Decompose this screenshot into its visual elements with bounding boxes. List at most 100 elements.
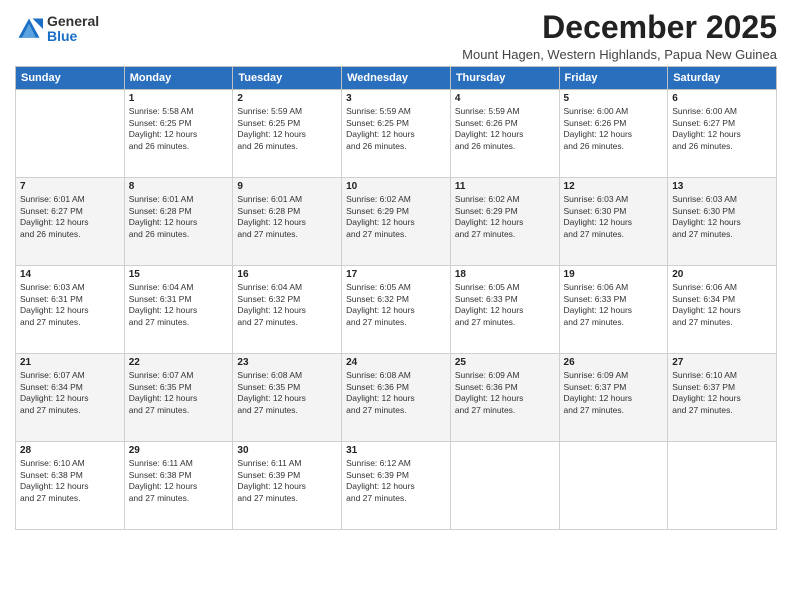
cell-4-5 xyxy=(559,442,668,530)
cell-date-number: 23 xyxy=(237,357,337,368)
cell-info-text: Sunrise: 6:11 AMSunset: 6:39 PMDaylight:… xyxy=(237,458,337,504)
logo-text: General Blue xyxy=(47,14,99,45)
week-row-3: 14Sunrise: 6:03 AMSunset: 6:31 PMDayligh… xyxy=(16,266,777,354)
page: General Blue December 2025 Mount Hagen, … xyxy=(0,0,792,612)
col-wednesday: Wednesday xyxy=(342,67,451,90)
cell-date-number: 27 xyxy=(672,357,772,368)
cell-2-0: 14Sunrise: 6:03 AMSunset: 6:31 PMDayligh… xyxy=(16,266,125,354)
cell-1-4: 11 Sunrise: 6:02 AMSunset: 6:29 PMDayligh… xyxy=(450,178,559,266)
cell-info-text: Sunrise: 6:00 AMSunset: 6:27 PMDaylight:… xyxy=(672,106,772,152)
cell-2-4: 18Sunrise: 6:05 AMSunset: 6:33 PMDayligh… xyxy=(450,266,559,354)
cell-date-number: 26 xyxy=(564,357,664,368)
cell-1-3: 10 Sunrise: 6:02 AMSunset: 6:29 PMDayligh… xyxy=(342,178,451,266)
cell-3-1: 22Sunrise: 6:07 AMSunset: 6:35 PMDayligh… xyxy=(124,354,233,442)
cell-date-number: 29 xyxy=(129,445,229,456)
logo: General Blue xyxy=(15,14,99,45)
cell-info-text: Sunrise: 5:58 AMSunset: 6:25 PMDaylight:… xyxy=(129,106,229,152)
calendar-body: 1 Sunrise: 5:58 AMSunset: 6:25 PMDaylight… xyxy=(16,90,777,530)
week-row-5: 28 Sunrise: 6:10 AMSunset: 6:38 PMDayligh… xyxy=(16,442,777,530)
week-row-2: 7 Sunrise: 6:01 AMSunset: 6:27 PMDaylight… xyxy=(16,178,777,266)
cell-4-2: 30Sunrise: 6:11 AMSunset: 6:39 PMDayligh… xyxy=(233,442,342,530)
cell-date-number: 13 xyxy=(672,181,772,192)
cell-date-number: 24 xyxy=(346,357,446,368)
cell-info-text: Sunrise: 5:59 AMSunset: 6:26 PMDaylight:… xyxy=(455,106,555,152)
cell-4-0: 28 Sunrise: 6:10 AMSunset: 6:38 PMDayligh… xyxy=(16,442,125,530)
cell-date-number: 7 xyxy=(20,181,120,192)
cell-1-2: 9 Sunrise: 6:01 AMSunset: 6:28 PMDaylight… xyxy=(233,178,342,266)
cell-info-text: Sunrise: 6:00 AMSunset: 6:26 PMDaylight:… xyxy=(564,106,664,152)
cell-4-4 xyxy=(450,442,559,530)
cell-2-2: 16Sunrise: 6:04 AMSunset: 6:32 PMDayligh… xyxy=(233,266,342,354)
cell-0-0 xyxy=(16,90,125,178)
cell-date-number: 19 xyxy=(564,269,664,280)
col-friday: Friday xyxy=(559,67,668,90)
cell-date-number: 4 xyxy=(455,93,555,104)
cell-date-number: 2 xyxy=(237,93,337,104)
col-sunday: Sunday xyxy=(16,67,125,90)
cell-3-0: 21Sunrise: 6:07 AMSunset: 6:34 PMDayligh… xyxy=(16,354,125,442)
cell-1-5: 12 Sunrise: 6:03 AMSunset: 6:30 PMDayligh… xyxy=(559,178,668,266)
month-title: December 2025 xyxy=(462,10,777,45)
cell-0-1: 1 Sunrise: 5:58 AMSunset: 6:25 PMDaylight… xyxy=(124,90,233,178)
cell-date-number: 11 xyxy=(455,181,555,192)
col-tuesday: Tuesday xyxy=(233,67,342,90)
cell-date-number: 25 xyxy=(455,357,555,368)
cell-date-number: 15 xyxy=(129,269,229,280)
cell-3-6: 27 Sunrise: 6:10 AMSunset: 6:37 PMDayligh… xyxy=(668,354,777,442)
cell-info-text: Sunrise: 6:02 AMSunset: 6:29 PMDaylight:… xyxy=(455,194,555,240)
cell-1-1: 8Sunrise: 6:01 AMSunset: 6:28 PMDaylight… xyxy=(124,178,233,266)
cell-0-5: 5 Sunrise: 6:00 AMSunset: 6:26 PMDaylight… xyxy=(559,90,668,178)
cell-date-number: 10 xyxy=(346,181,446,192)
cell-info-text: Sunrise: 6:01 AMSunset: 6:27 PMDaylight:… xyxy=(20,194,120,240)
cell-info-text: Sunrise: 6:10 AMSunset: 6:37 PMDaylight:… xyxy=(672,370,772,416)
cell-date-number: 18 xyxy=(455,269,555,280)
cell-info-text: Sunrise: 6:04 AMSunset: 6:32 PMDaylight:… xyxy=(237,282,337,328)
cell-date-number: 1 xyxy=(129,93,229,104)
cell-0-4: 4 Sunrise: 5:59 AMSunset: 6:26 PMDaylight… xyxy=(450,90,559,178)
cell-date-number: 22 xyxy=(129,357,229,368)
logo-icon xyxy=(15,15,43,43)
cell-4-6 xyxy=(668,442,777,530)
calendar-table: Sunday Monday Tuesday Wednesday Thursday… xyxy=(15,66,777,530)
cell-info-text: Sunrise: 6:08 AMSunset: 6:35 PMDaylight:… xyxy=(237,370,337,416)
week-row-4: 21Sunrise: 6:07 AMSunset: 6:34 PMDayligh… xyxy=(16,354,777,442)
cell-date-number: 9 xyxy=(237,181,337,192)
cell-info-text: Sunrise: 6:10 AMSunset: 6:38 PMDaylight:… xyxy=(20,458,120,504)
cell-info-text: Sunrise: 6:03 AMSunset: 6:30 PMDaylight:… xyxy=(564,194,664,240)
cell-0-3: 3Sunrise: 5:59 AMSunset: 6:25 PMDaylight… xyxy=(342,90,451,178)
cell-info-text: Sunrise: 6:02 AMSunset: 6:29 PMDaylight:… xyxy=(346,194,446,240)
cell-info-text: Sunrise: 6:03 AMSunset: 6:31 PMDaylight:… xyxy=(20,282,120,328)
cell-info-text: Sunrise: 6:06 AMSunset: 6:33 PMDaylight:… xyxy=(564,282,664,328)
calendar-header: Sunday Monday Tuesday Wednesday Thursday… xyxy=(16,67,777,90)
cell-1-6: 13Sunrise: 6:03 AMSunset: 6:30 PMDayligh… xyxy=(668,178,777,266)
cell-3-2: 23 Sunrise: 6:08 AMSunset: 6:35 PMDayligh… xyxy=(233,354,342,442)
cell-info-text: Sunrise: 6:01 AMSunset: 6:28 PMDaylight:… xyxy=(237,194,337,240)
cell-info-text: Sunrise: 6:05 AMSunset: 6:32 PMDaylight:… xyxy=(346,282,446,328)
cell-date-number: 20 xyxy=(672,269,772,280)
cell-date-number: 28 xyxy=(20,445,120,456)
title-area: December 2025 Mount Hagen, Western Highl… xyxy=(462,10,777,62)
logo-blue-text: Blue xyxy=(47,29,99,44)
cell-3-3: 24 Sunrise: 6:08 AMSunset: 6:36 PMDayligh… xyxy=(342,354,451,442)
cell-info-text: Sunrise: 6:08 AMSunset: 6:36 PMDaylight:… xyxy=(346,370,446,416)
cell-4-3: 31Sunrise: 6:12 AMSunset: 6:39 PMDayligh… xyxy=(342,442,451,530)
week-row-1: 1 Sunrise: 5:58 AMSunset: 6:25 PMDaylight… xyxy=(16,90,777,178)
cell-info-text: Sunrise: 5:59 AMSunset: 6:25 PMDaylight:… xyxy=(237,106,337,152)
cell-0-2: 2 Sunrise: 5:59 AMSunset: 6:25 PMDaylight… xyxy=(233,90,342,178)
col-thursday: Thursday xyxy=(450,67,559,90)
cell-date-number: 17 xyxy=(346,269,446,280)
cell-2-5: 19 Sunrise: 6:06 AMSunset: 6:33 PMDayligh… xyxy=(559,266,668,354)
cell-2-3: 17 Sunrise: 6:05 AMSunset: 6:32 PMDayligh… xyxy=(342,266,451,354)
cell-date-number: 6 xyxy=(672,93,772,104)
cell-date-number: 12 xyxy=(564,181,664,192)
cell-info-text: Sunrise: 6:09 AMSunset: 6:37 PMDaylight:… xyxy=(564,370,664,416)
location: Mount Hagen, Western Highlands, Papua Ne… xyxy=(462,47,777,62)
cell-date-number: 5 xyxy=(564,93,664,104)
cell-2-6: 20Sunrise: 6:06 AMSunset: 6:34 PMDayligh… xyxy=(668,266,777,354)
cell-info-text: Sunrise: 6:11 AMSunset: 6:38 PMDaylight:… xyxy=(129,458,229,504)
cell-4-1: 29 Sunrise: 6:11 AMSunset: 6:38 PMDayligh… xyxy=(124,442,233,530)
cell-date-number: 3 xyxy=(346,93,446,104)
col-monday: Monday xyxy=(124,67,233,90)
cell-date-number: 8 xyxy=(129,181,229,192)
cell-info-text: Sunrise: 6:12 AMSunset: 6:39 PMDaylight:… xyxy=(346,458,446,504)
